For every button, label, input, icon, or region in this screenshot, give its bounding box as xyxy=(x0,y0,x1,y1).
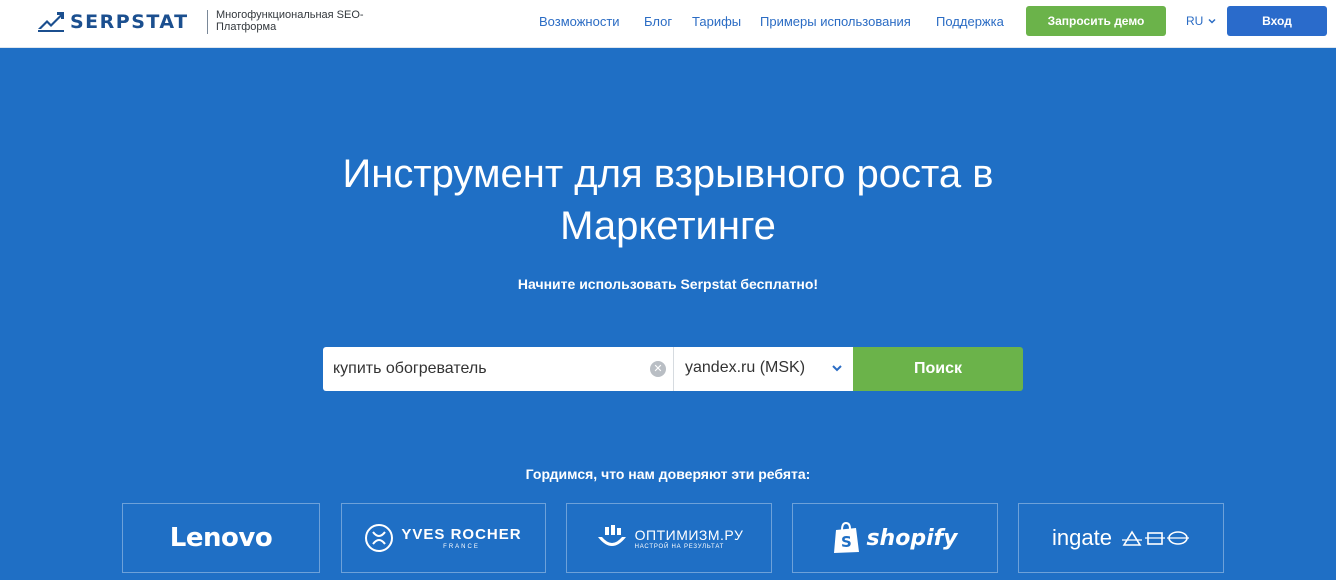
client-logo-lenovo: Lenovo xyxy=(122,503,320,573)
ingate-logo-text: ingate xyxy=(1052,525,1112,550)
logo-divider xyxy=(207,10,208,34)
lenovo-logo-text: Lenovo xyxy=(169,523,273,553)
optimizm-logo-text: ОПТИМИЗМ.РУ xyxy=(634,526,744,543)
nav-item-features[interactable]: Возможности xyxy=(539,0,620,44)
login-button[interactable]: Вход xyxy=(1227,6,1327,36)
nav-item-blog[interactable]: Блог xyxy=(644,0,672,44)
client-logo-ingate: ingate xyxy=(1018,503,1224,573)
logo-tagline: Многофункциональная SEO-Платформа xyxy=(216,9,364,33)
yves-rocher-logo-text: YVES ROCHER xyxy=(401,526,522,543)
nav-item-pricing[interactable]: Тарифы xyxy=(692,0,741,44)
serpstat-logo-icon xyxy=(38,12,64,32)
client-logo-yves-rocher: YVES ROCHER FRANCE xyxy=(341,503,546,573)
search-box: ✕ xyxy=(323,347,673,391)
language-label: RU xyxy=(1186,14,1204,28)
svg-text:S: S xyxy=(841,533,852,551)
trust-heading: Гордимся, что нам доверяют эти ребята: xyxy=(525,466,811,482)
yves-rocher-emblem-icon xyxy=(365,524,394,552)
nav-item-use-cases[interactable]: Примеры использования xyxy=(760,0,911,44)
search-button[interactable]: Поиск xyxy=(853,347,1023,391)
chevron-down-icon xyxy=(832,365,842,372)
database-select[interactable]: yandex.ru (MSK) xyxy=(673,347,853,391)
shopify-logo-text: shopify xyxy=(866,525,958,551)
serpstat-logo[interactable]: SERPSTAT xyxy=(38,8,189,36)
logo-wordmark: SERPSTAT xyxy=(70,11,189,33)
hero-subtitle: Начните использовать Serpstat бесплатно! xyxy=(517,276,819,292)
optimizm-emblem-icon xyxy=(597,525,626,546)
optimizm-logo-sub: НАСТРОЙ НА РЕЗУЛЬТАТ xyxy=(634,543,725,550)
yves-rocher-logo-sub: FRANCE xyxy=(443,544,480,550)
client-logo-shopify: S shopify xyxy=(792,503,998,573)
language-selector[interactable]: RU xyxy=(1186,14,1216,28)
clear-icon[interactable]: ✕ xyxy=(650,361,666,377)
client-logo-optimizm: ОПТИМИЗМ.РУ НАСТРОЙ НА РЕЗУЛЬТАТ xyxy=(566,503,772,573)
chevron-down-icon xyxy=(1208,18,1216,24)
ingate-shapes-icon xyxy=(1121,530,1189,546)
shopify-bag-icon: S xyxy=(834,522,860,553)
top-header: SERPSTAT Многофункциональная SEO-Платфор… xyxy=(0,0,1336,48)
hero-title: Инструмент для взрывного роста в Маркети… xyxy=(342,152,994,248)
search-input[interactable] xyxy=(333,347,643,391)
nav-item-support[interactable]: Поддержка xyxy=(936,0,1004,44)
database-select-value: yandex.ru (MSK) xyxy=(685,359,806,376)
request-demo-button[interactable]: Запросить демо xyxy=(1026,6,1166,36)
